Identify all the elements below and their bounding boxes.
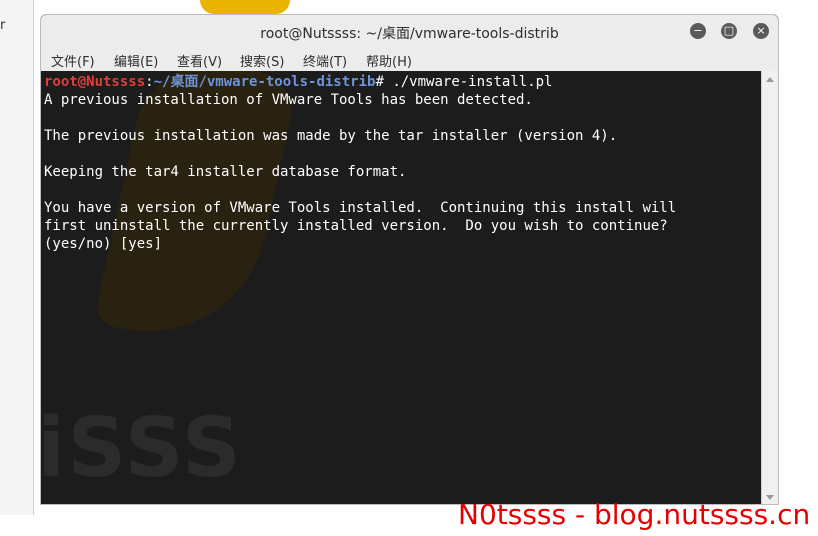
menu-edit[interactable]: 编辑(E) [114, 51, 158, 70]
menu-help[interactable]: 帮助(H) [366, 51, 412, 70]
prompt-path: ~/桌面/vmware-tools-distrib [153, 74, 376, 90]
menu-file[interactable]: 文件(F) [51, 51, 95, 70]
terminal-area[interactable]: iSSS root@Nutssss:~/桌面/vmware-tools-dist… [41, 71, 763, 504]
terminal-window: root@Nutssss: ~/桌面/vmware-tools-distrib … [40, 14, 779, 505]
output-line: You have a version of VMware Tools insta… [44, 200, 677, 216]
watermark-text: N0tssss - blog.nutssss.cn [458, 498, 811, 531]
command-text: ./vmware-install.pl [392, 74, 553, 90]
scroll-up-icon[interactable] [766, 77, 774, 82]
vertical-scrollbar[interactable] [761, 71, 778, 504]
minimize-button[interactable]: − [690, 23, 706, 39]
title-bar[interactable]: root@Nutssss: ~/桌面/vmware-tools-distrib … [41, 15, 778, 47]
prompt-symbol: # [375, 74, 393, 90]
output-line: A previous installation of VMware Tools … [44, 92, 533, 108]
output-line: Keeping the tar4 installer database form… [44, 164, 407, 180]
desktop-edge-text: r [0, 18, 6, 33]
menu-search[interactable]: 搜索(S) [240, 51, 284, 70]
output-line: first uninstall the currently installed … [44, 218, 668, 234]
output-line: The previous installation was made by th… [44, 128, 618, 144]
prompt-separator: : [145, 74, 154, 90]
terminal-output: root@Nutssss:~/桌面/vmware-tools-distrib# … [44, 73, 676, 253]
menu-bar: 文件(F) 编辑(E) 查看(V) 搜索(S) 终端(T) 帮助(H) [41, 47, 778, 72]
window-title: root@Nutssss: ~/桌面/vmware-tools-distrib [260, 26, 559, 42]
desktop-wallpaper-shape [200, 0, 290, 14]
prompt-user: root@Nutssss [44, 74, 146, 90]
desktop-sidebar-panel: r [0, 0, 34, 515]
maximize-button[interactable]: □ [721, 23, 737, 39]
close-button[interactable]: × [753, 23, 769, 39]
output-line: (yes/no) [yes] [44, 236, 163, 252]
menu-view[interactable]: 查看(V) [177, 51, 222, 70]
background-logo-text: iSSS [41, 401, 243, 496]
menu-terminal[interactable]: 终端(T) [303, 51, 347, 70]
